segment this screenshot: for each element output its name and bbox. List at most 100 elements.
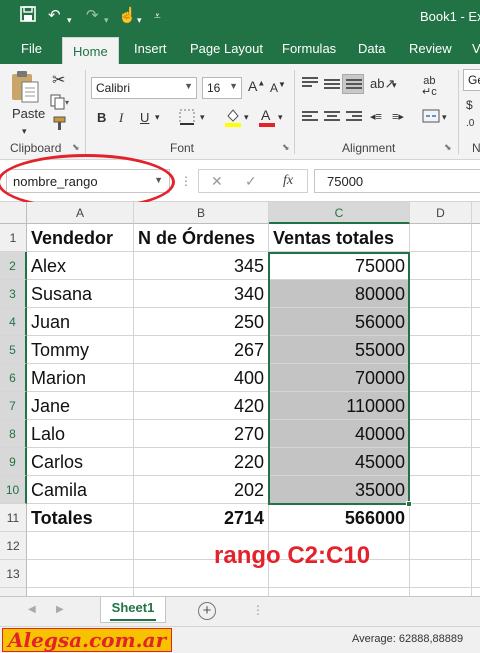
cell-a13[interactable]: [27, 560, 134, 588]
row-header-14[interactable]: 14: [0, 588, 27, 596]
cell-d10[interactable]: [410, 476, 472, 504]
cell-e10[interactable]: [472, 476, 480, 504]
cell-a14[interactable]: [27, 588, 134, 596]
cell-d14[interactable]: [410, 588, 472, 596]
row-header-6[interactable]: 6: [0, 364, 27, 392]
cell-d4[interactable]: [410, 308, 472, 336]
tab-view[interactable]: V: [472, 34, 480, 64]
fill-color-icon[interactable]: [224, 106, 242, 131]
column-header-c[interactable]: C: [269, 202, 410, 224]
align-center-icon[interactable]: [324, 111, 340, 125]
row-header-4[interactable]: 4: [0, 308, 27, 336]
cell-a11[interactable]: Totales: [27, 504, 134, 532]
cell-e11[interactable]: [472, 504, 480, 532]
tab-insert[interactable]: Insert: [134, 34, 167, 64]
chevron-down-icon[interactable]: ▾: [278, 112, 283, 123]
row-header-1[interactable]: 1: [0, 224, 27, 252]
cell-d11[interactable]: [410, 504, 472, 532]
cell-a12[interactable]: [27, 532, 134, 560]
formula-input[interactable]: 75000: [314, 169, 480, 193]
scroll-left-icon[interactable]: ◀: [28, 604, 36, 615]
align-middle-icon[interactable]: [324, 79, 340, 93]
select-all-corner[interactable]: [0, 202, 27, 224]
chevron-down-icon[interactable]: ▾: [244, 112, 249, 123]
chevron-down-icon[interactable]: ▾: [22, 126, 27, 137]
cut-icon[interactable]: ✂: [52, 70, 65, 90]
cell-d3[interactable]: [410, 280, 472, 308]
cell-b2[interactable]: 345: [134, 252, 269, 280]
column-header-a[interactable]: A: [27, 202, 134, 224]
cell-e13[interactable]: [472, 560, 480, 588]
cell-d1[interactable]: [410, 224, 472, 252]
decrease-font-icon[interactable]: A▼: [270, 80, 286, 95]
cell-e2[interactable]: [472, 252, 480, 280]
cell-a3[interactable]: Susana: [27, 280, 134, 308]
underline-button[interactable]: U: [140, 110, 149, 125]
cell-d6[interactable]: [410, 364, 472, 392]
align-right-icon[interactable]: [346, 111, 362, 125]
align-top-icon[interactable]: [302, 77, 318, 91]
cell-a8[interactable]: Lalo: [27, 420, 134, 448]
merge-center-icon[interactable]: [422, 108, 440, 127]
copy-icon[interactable]: ▾: [50, 94, 70, 113]
cell-a5[interactable]: Tommy: [27, 336, 134, 364]
column-header-e[interactable]: [472, 202, 480, 224]
tab-review[interactable]: Review: [409, 34, 452, 64]
dialog-launcher-icon[interactable]: ⬊: [444, 142, 452, 153]
paste-icon[interactable]: [10, 70, 40, 107]
cell-b1[interactable]: N de Órdenes: [134, 224, 269, 252]
cell-e5[interactable]: [472, 336, 480, 364]
number-format-select[interactable]: Ge: [463, 69, 480, 91]
cell-b3[interactable]: 340: [134, 280, 269, 308]
bold-button[interactable]: B: [97, 110, 106, 125]
cell-d13[interactable]: [410, 560, 472, 588]
cell-b11[interactable]: 2714: [134, 504, 269, 532]
align-bottom-button[interactable]: [342, 74, 364, 94]
column-header-b[interactable]: B: [134, 202, 269, 224]
enter-icon[interactable]: ✓: [245, 173, 257, 190]
chevron-down-icon[interactable]: ▾: [137, 10, 142, 30]
cell-e1[interactable]: [472, 224, 480, 252]
paste-button[interactable]: Paste: [12, 106, 45, 121]
font-color-icon[interactable]: A: [258, 106, 276, 131]
cell-e7[interactable]: [472, 392, 480, 420]
cell-a6[interactable]: Marion: [27, 364, 134, 392]
row-header-11[interactable]: 11: [0, 504, 27, 532]
cell-d5[interactable]: [410, 336, 472, 364]
chevron-down-icon[interactable]: ▾: [392, 80, 397, 91]
cell-c1[interactable]: Ventas totales: [269, 224, 410, 252]
fill-handle[interactable]: [406, 501, 412, 507]
font-size-select[interactable]: 16 ▼: [202, 77, 242, 99]
decimal-icon[interactable]: .0: [466, 118, 474, 129]
scroll-right-icon[interactable]: ▶: [56, 604, 64, 615]
undo-icon[interactable]: ↶: [48, 6, 61, 26]
cell-b5[interactable]: 267: [134, 336, 269, 364]
cell-e4[interactable]: [472, 308, 480, 336]
wrap-text-icon[interactable]: ab ↵c: [422, 76, 437, 98]
cancel-icon[interactable]: ✕: [211, 173, 223, 190]
tab-file[interactable]: File: [21, 34, 42, 64]
cell-c14[interactable]: [269, 588, 410, 596]
worksheet-grid[interactable]: A B C D 1 Vendedor N de Órdenes Ventas tota…: [0, 202, 480, 596]
cell-e14[interactable]: [472, 588, 480, 596]
cell-a10[interactable]: Camila: [27, 476, 134, 504]
decrease-indent-icon[interactable]: ◂≡: [370, 110, 382, 123]
save-icon[interactable]: [20, 6, 36, 28]
row-header-13[interactable]: 13: [0, 560, 27, 588]
cell-e9[interactable]: [472, 448, 480, 476]
cell-b9[interactable]: 220: [134, 448, 269, 476]
cell-e3[interactable]: [472, 280, 480, 308]
cell-d2[interactable]: [410, 252, 472, 280]
cell-d12[interactable]: [410, 532, 472, 560]
formula-bar-handle[interactable]: ⋮: [180, 174, 192, 188]
tab-formulas[interactable]: Formulas: [282, 34, 336, 64]
borders-icon[interactable]: [178, 108, 196, 129]
cell-c11[interactable]: 566000: [269, 504, 410, 532]
cell-a1[interactable]: Vendedor: [27, 224, 134, 252]
row-header-9[interactable]: 9: [0, 448, 27, 476]
cell-a9[interactable]: Carlos: [27, 448, 134, 476]
increase-font-icon[interactable]: A▲: [248, 78, 265, 94]
cell-a2[interactable]: Alex: [27, 252, 134, 280]
touch-mode-icon[interactable]: ☝: [118, 6, 137, 26]
insert-function-button[interactable]: fx: [283, 173, 293, 189]
